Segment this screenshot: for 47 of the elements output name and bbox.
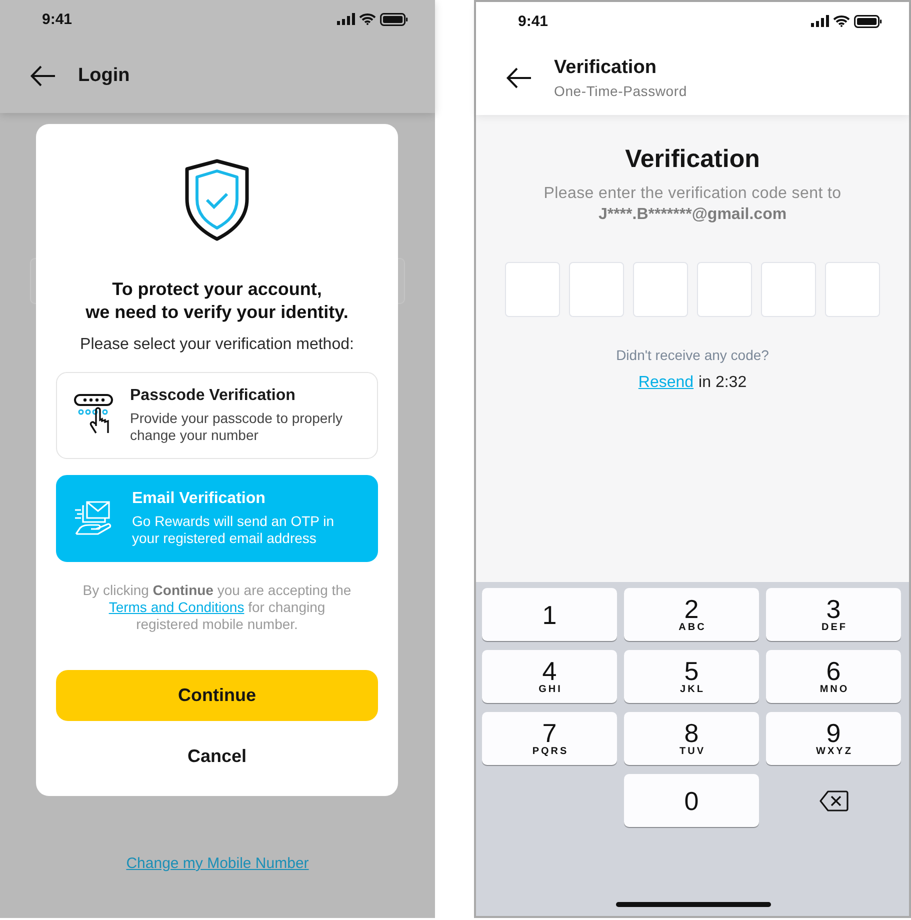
battery-icon	[380, 12, 408, 26]
keypad-key[interactable]: 0	[624, 774, 759, 827]
countdown-text: in 2:32	[698, 374, 747, 392]
keypad-key[interactable]: 5 JKL	[624, 650, 759, 703]
backspace-icon[interactable]	[818, 790, 848, 812]
terms-text: By clicking Continue you are accepting the Terms and Conditions for changing registered mobile number.	[82, 582, 352, 633]
battery-icon	[854, 14, 882, 28]
keypad-key[interactable]: 9 WXYZ	[766, 712, 901, 765]
cancel-button[interactable]: Cancel	[56, 731, 378, 782]
otp-input-box[interactable]	[505, 262, 560, 317]
dialog-heading: we need to verify your identity.	[84, 301, 350, 324]
keypad-key[interactable]: 1	[482, 588, 617, 641]
keypad-key[interactable]: 6 MNO	[766, 650, 901, 703]
signal-icon	[337, 13, 355, 25]
keypad-key[interactable]: 3 DEF	[766, 588, 901, 641]
status-time: 9:41	[518, 12, 548, 30]
option-title: Passcode Verification	[130, 387, 296, 405]
wifi-icon	[359, 13, 376, 25]
screen-subtitle: One-Time-Password	[554, 82, 687, 98]
otp-input-box[interactable]	[761, 262, 816, 317]
otp-input-box[interactable]	[569, 262, 624, 317]
dialog-heading: To protect your account,	[111, 278, 323, 301]
dialog-prompt: Please select your verification method:	[79, 336, 355, 354]
shield-check-icon	[185, 159, 249, 241]
keypad-key[interactable]: 7 PQRS	[482, 712, 617, 765]
screen-title: Verification	[554, 56, 658, 78]
screen-title: Login	[78, 64, 130, 86]
otp-input-box[interactable]	[633, 262, 688, 317]
keypad-key[interactable]: 4 GHI	[482, 650, 617, 703]
continue-button[interactable]: Continue	[56, 670, 378, 721]
verification-option-card[interactable]: Passcode Verification Provide your passcode to properly change your number	[56, 372, 378, 459]
signal-icon	[811, 15, 829, 27]
otp-input-box[interactable]	[825, 262, 880, 317]
keypad-key[interactable]: 8 TUV	[624, 712, 759, 765]
status-time: 9:41	[42, 10, 72, 28]
keypad-key[interactable]: 2 ABC	[624, 588, 759, 641]
option-description: Provide your passcode to properly change your number	[130, 410, 344, 444]
option-description: Go Rewards will send an OTP in your registered email address	[132, 513, 336, 547]
email-address: J****.B*******@gmail.com	[598, 206, 787, 224]
back-icon[interactable]	[30, 64, 56, 86]
wifi-icon	[833, 15, 850, 27]
instruction-text: Please enter the verification code sent to	[544, 185, 842, 203]
option-title: Email Verification	[132, 490, 266, 508]
page-title: Verification	[625, 145, 760, 174]
back-icon[interactable]	[506, 66, 532, 88]
no-code-text: Didn't receive any code?	[616, 347, 769, 363]
otp-input-box[interactable]	[697, 262, 752, 317]
